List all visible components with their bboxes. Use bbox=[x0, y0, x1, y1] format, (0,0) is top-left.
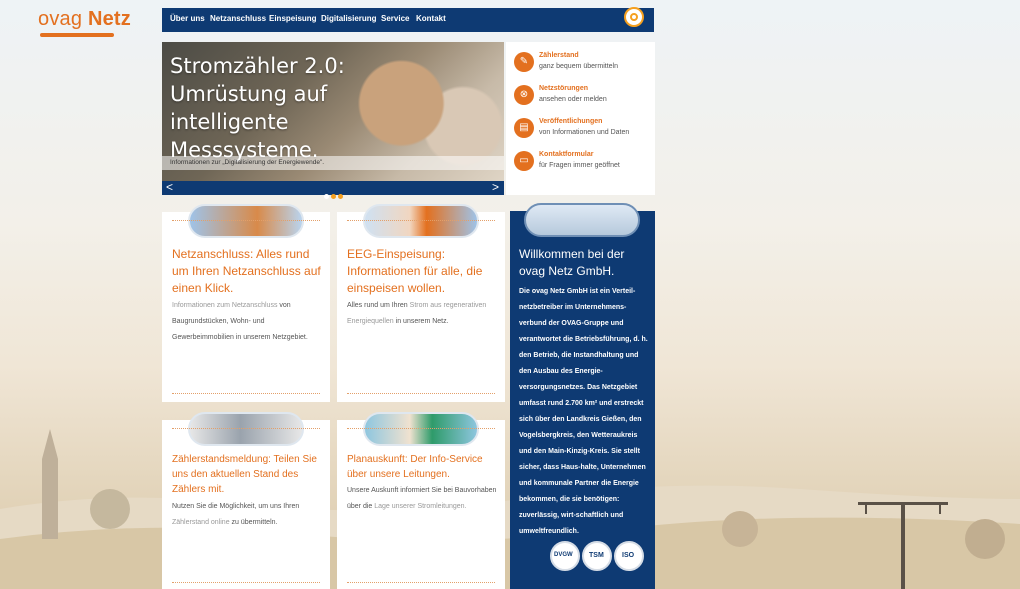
quick-link-netzstoerungen[interactable]: ⊗ Netzstörungen ansehen oder melden bbox=[514, 85, 654, 113]
logo-underline bbox=[40, 33, 114, 37]
quick-link-veroeffentlichungen[interactable]: ▤ Veröffentlichungen von Informationen u… bbox=[514, 118, 654, 146]
pencil-icon: ✎ bbox=[514, 52, 534, 72]
logo-netz-text: Netz bbox=[87, 8, 131, 30]
quick-link-subtitle: für Fragen immer geöffnet bbox=[539, 162, 620, 169]
link-netzanschluss[interactable]: Informationen zum Netzanschluss bbox=[172, 302, 277, 309]
hero-title-line: Stromzähler 2.0: bbox=[170, 54, 345, 78]
card-image bbox=[188, 412, 304, 446]
card-text: Alles rund um Ihren Strom aus regenerati… bbox=[347, 298, 499, 330]
badge-label: ISO bbox=[622, 552, 635, 559]
search-icon[interactable] bbox=[624, 7, 644, 27]
power-pole-icon bbox=[858, 502, 948, 589]
card-title[interactable]: Planauskunft: Der Info-Service über unse… bbox=[347, 452, 499, 482]
cross-circle-icon: ⊗ bbox=[514, 85, 534, 105]
card-text: Unsere Auskunft informiert Sie bei Bauvo… bbox=[347, 483, 499, 515]
nav-item-service[interactable]: Service bbox=[381, 14, 409, 23]
nav-item-kontakt[interactable]: Kontakt bbox=[416, 14, 446, 23]
card-text-body: Alles rund um Ihren bbox=[347, 302, 408, 309]
hero-slider[interactable]: Stromzähler 2.0: Umrüstung auf intellige… bbox=[162, 42, 504, 195]
quick-link-kontaktformular[interactable]: ▭ Kontaktformular für Fragen immer geöff… bbox=[514, 151, 654, 179]
divider bbox=[172, 428, 320, 429]
slider-dots bbox=[324, 186, 345, 204]
card-text-body: zu übermitteln. bbox=[231, 519, 278, 526]
card-planauskunft: Planauskunft: Der Info-Service über unse… bbox=[337, 412, 505, 589]
quick-link-title: Zählerstand bbox=[539, 52, 579, 59]
nav-item-ueber-uns[interactable]: Über uns bbox=[170, 14, 205, 23]
welcome-text: Die ovag Netz GmbH ist ein Verteil-netzb… bbox=[519, 288, 648, 535]
card-image bbox=[363, 204, 479, 238]
welcome-image bbox=[524, 203, 640, 237]
logo-ovag-text: ovag bbox=[38, 8, 83, 30]
welcome-title: Willkommen bei der ovag Netz GmbH. bbox=[519, 247, 625, 278]
quick-link-title: Veröffentlichungen bbox=[539, 118, 603, 125]
certification-badges: DVGW TSM ISO bbox=[550, 541, 650, 573]
document-icon: ▤ bbox=[514, 118, 534, 138]
card-image bbox=[363, 412, 479, 446]
quick-link-subtitle: ansehen oder melden bbox=[539, 96, 607, 103]
slider-dot[interactable] bbox=[338, 194, 343, 199]
hero-title: Stromzähler 2.0: Umrüstung auf intellige… bbox=[170, 52, 430, 164]
badge-label: DVGW bbox=[554, 552, 573, 558]
link-zaehlerstand-online[interactable]: Zählerstand online bbox=[172, 519, 230, 526]
card-text: Nutzen Sie die Möglichkeit, um uns Ihren… bbox=[172, 499, 324, 531]
quick-link-subtitle: von Informationen und Daten bbox=[539, 129, 630, 136]
quick-link-subtitle: ganz bequem übermitteln bbox=[539, 63, 618, 70]
badge-label: TSM bbox=[589, 552, 604, 559]
quick-link-title: Netzstörungen bbox=[539, 85, 588, 92]
divider bbox=[172, 582, 320, 583]
divider bbox=[347, 393, 495, 394]
slider-prev-button[interactable]: < bbox=[166, 180, 173, 194]
card-text: Informationen zum Netzanschluss von Baug… bbox=[172, 298, 324, 346]
card-text-body: Nutzen Sie die Möglichkeit, um uns Ihren bbox=[172, 503, 300, 510]
card-title[interactable]: EEG-Einspeisung: Informationen für alle,… bbox=[347, 246, 499, 297]
iso-badge-icon[interactable]: ISO bbox=[614, 541, 644, 571]
link-lage-stromleitungen[interactable]: Lage unserer Stromleitungen. bbox=[374, 503, 466, 510]
divider bbox=[347, 220, 495, 221]
divider bbox=[347, 428, 495, 429]
hero-title-line: Umrüstung auf intelligente bbox=[170, 82, 328, 134]
divider bbox=[347, 582, 495, 583]
nav-item-netzanschluss[interactable]: Netzanschluss bbox=[210, 14, 266, 23]
card-title[interactable]: Netzanschluss: Alles rund um Ihren Netza… bbox=[172, 246, 324, 297]
laptop-icon: ▭ bbox=[514, 151, 534, 171]
divider bbox=[172, 220, 320, 221]
quick-link-zaehlerstand[interactable]: ✎ Zählerstand ganz bequem übermitteln bbox=[514, 52, 654, 80]
slider-next-button[interactable]: > bbox=[492, 180, 499, 194]
tsm-badge-icon[interactable]: TSM bbox=[582, 541, 612, 571]
card-text-body: in unserem Netz. bbox=[395, 318, 449, 325]
divider bbox=[172, 393, 320, 394]
dvgw-badge-icon[interactable]: DVGW bbox=[550, 541, 580, 571]
main-navigation: Über uns Netzanschluss Einspeisung Digit… bbox=[162, 8, 654, 32]
ovag-netz-logo[interactable]: ovag Netz bbox=[38, 8, 131, 37]
card-title[interactable]: Zählerstandsmeldung: Teilen Sie uns den … bbox=[172, 452, 324, 497]
quick-links-panel: ✎ Zählerstand ganz bequem übermitteln ⊗ … bbox=[506, 42, 655, 195]
nav-item-digitalisierung[interactable]: Digitalisierung bbox=[321, 14, 377, 23]
card-netzanschluss: Netzanschluss: Alles rund um Ihren Netza… bbox=[162, 204, 330, 402]
card-image bbox=[188, 204, 304, 238]
nav-item-einspeisung[interactable]: Einspeisung bbox=[269, 14, 317, 23]
hero-caption[interactable]: Informationen zur „Digitalisierung der E… bbox=[162, 156, 504, 170]
slider-dot[interactable] bbox=[324, 194, 329, 199]
slider-dot[interactable] bbox=[331, 194, 336, 199]
welcome-panel: Willkommen bei der ovag Netz GmbH. Die o… bbox=[510, 203, 655, 589]
slider-controls: < > bbox=[162, 180, 504, 199]
card-zaehlerstandsmeldung: Zählerstandsmeldung: Teilen Sie uns den … bbox=[162, 412, 330, 589]
card-eeg-einspeisung: EEG-Einspeisung: Informationen für alle,… bbox=[337, 204, 505, 402]
quick-link-title: Kontaktformular bbox=[539, 151, 594, 158]
